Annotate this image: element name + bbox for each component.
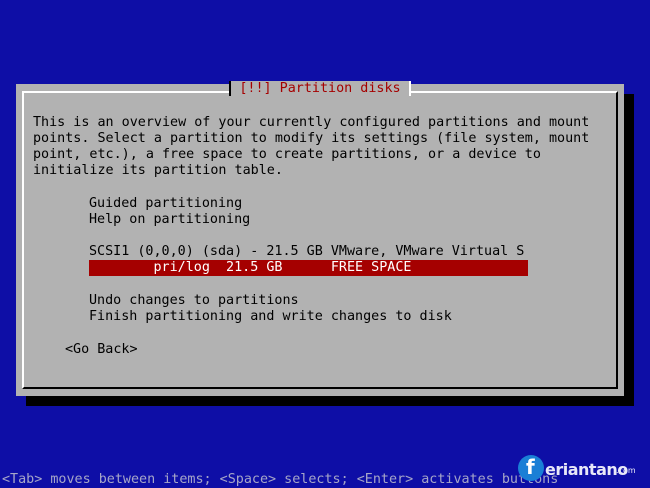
- menu-item-finish-partitioning[interactable]: Finish partitioning and write changes to…: [89, 309, 452, 325]
- status-bar-hint: <Tab> moves between items; <Space> selec…: [2, 472, 559, 487]
- menu-item-free-space[interactable]: pri/log 21.5 GB FREE SPACE: [89, 260, 528, 276]
- menu-item-undo-changes[interactable]: Undo changes to partitions: [89, 293, 299, 309]
- menu-item-disk-sda[interactable]: SCSI1 (0,0,0) (sda) - 21.5 GB VMware, VM…: [89, 244, 524, 260]
- intro-line-4: initialize its partition table.: [33, 163, 283, 178]
- logo-suffix: .com: [616, 466, 636, 475]
- intro-line-3: point, etc.), a free space to create par…: [33, 147, 541, 162]
- menu-item-help-partitioning[interactable]: Help on partitioning: [89, 212, 250, 228]
- watermark-logo: f eriantano .com: [518, 455, 648, 485]
- partition-dialog: [!!] Partition disks This is an overview…: [16, 81, 624, 396]
- menu-item-guided-partitioning[interactable]: Guided partitioning: [89, 196, 242, 212]
- intro-line-2: points. Select a partition to modify its…: [33, 131, 590, 146]
- logo-initial: f: [526, 455, 535, 479]
- intro-line-1: This is an overview of your currently co…: [33, 115, 590, 130]
- dialog-title: [!!] Partition disks: [229, 81, 411, 96]
- go-back-button[interactable]: <Go Back>: [65, 342, 138, 358]
- dialog-title-bar: [!!] Partition disks: [16, 81, 624, 99]
